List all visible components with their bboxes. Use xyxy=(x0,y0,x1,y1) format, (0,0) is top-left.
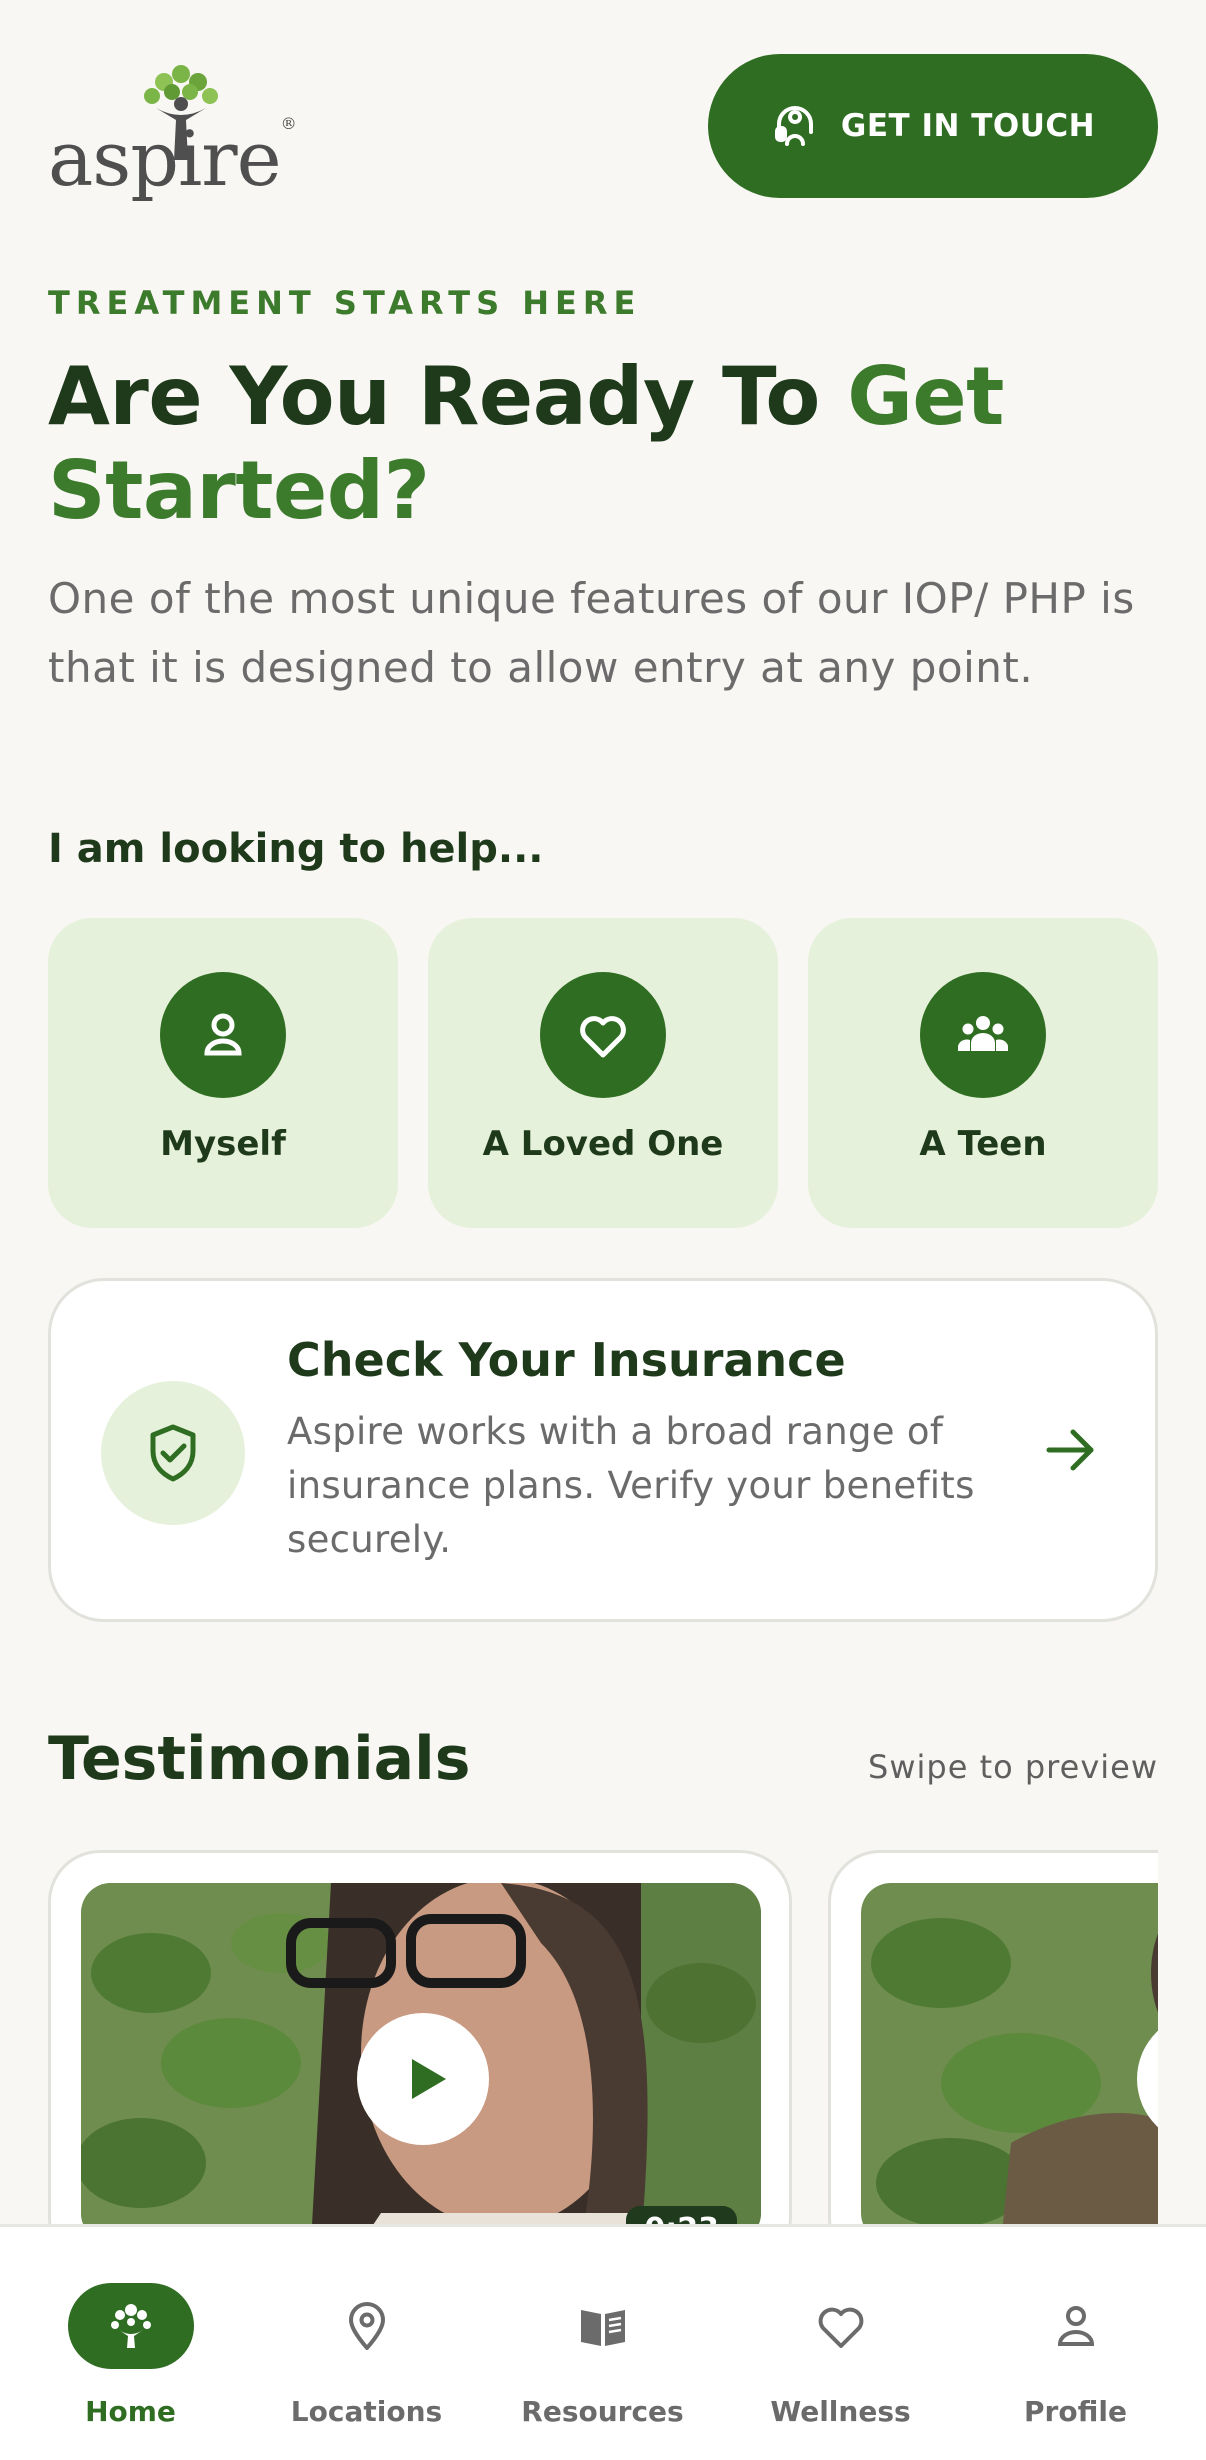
insurance-description: Aspire works with a broad range of insur… xyxy=(287,1410,975,1561)
aspire-logo[interactable]: aspire® xyxy=(48,60,297,203)
location-pin-icon xyxy=(348,2302,385,2350)
help-option-teen[interactable]: A Teen xyxy=(808,918,1158,1228)
page-title: Are You Ready To Get Started? xyxy=(48,350,1158,538)
nav-item-wellness[interactable]: Wellness xyxy=(720,2227,961,2460)
nav-item-home[interactable]: Home xyxy=(10,2227,251,2460)
get-in-touch-label: GET IN TOUCH xyxy=(840,108,1096,144)
nav-label: Home xyxy=(85,2395,176,2428)
eyebrow-text: TREATMENT STARTS HERE xyxy=(48,284,642,322)
play-button[interactable] xyxy=(357,2013,489,2145)
group-icon xyxy=(958,1016,1008,1051)
help-option-label: A Loved One xyxy=(482,1124,724,1164)
intro-text: One of the most unique features of our I… xyxy=(48,574,1135,692)
nav-item-locations[interactable]: Locations xyxy=(246,2227,487,2460)
testimonial-video-thumbnail[interactable] xyxy=(861,1883,1158,2230)
testimonial-card[interactable] xyxy=(828,1850,1158,2230)
heart-icon xyxy=(818,2307,863,2348)
bottom-navigation: Home Locations Resources Wellness Profil… xyxy=(0,2224,1206,2460)
help-option-label: A Teen xyxy=(919,1124,1047,1164)
headset-icon xyxy=(774,106,813,146)
testimonial-video-thumbnail[interactable]: 0:23 xyxy=(81,1883,761,2230)
help-option-label: Myself xyxy=(160,1124,286,1164)
nav-item-profile[interactable]: Profile xyxy=(955,2227,1196,2460)
get-in-touch-button[interactable]: GET IN TOUCH xyxy=(708,54,1158,198)
video-still-image xyxy=(861,1883,1158,2230)
book-icon xyxy=(580,2310,625,2346)
nav-label: Profile xyxy=(1024,2395,1127,2428)
testimonials-carousel[interactable]: 0:23 xyxy=(48,1850,1158,2230)
check-insurance-card[interactable]: Check Your Insurance Aspire works with a… xyxy=(48,1278,1158,1622)
help-option-loved-one[interactable]: A Loved One xyxy=(428,918,778,1228)
help-option-myself[interactable]: Myself xyxy=(48,918,398,1228)
logo-wordmark: aspire xyxy=(48,114,282,203)
heart-icon xyxy=(580,1016,626,1058)
shield-check-icon xyxy=(150,1424,196,1482)
nav-label: Resources xyxy=(521,2395,684,2428)
person-icon xyxy=(204,1013,242,1056)
nav-label: Locations xyxy=(290,2395,443,2428)
help-section-label: I am looking to help... xyxy=(48,826,544,872)
play-icon xyxy=(412,2059,446,2099)
arrow-right-icon xyxy=(1046,1429,1094,1471)
header: aspire® GET IN TOUCH xyxy=(48,54,1158,203)
swipe-hint: Swipe to preview xyxy=(868,1748,1158,1786)
person-icon xyxy=(1057,2306,1094,2346)
headline-main: Are You Ready To xyxy=(48,350,848,443)
logo-registered-mark: ® xyxy=(280,114,297,133)
nav-item-resources[interactable]: Resources xyxy=(482,2227,723,2460)
nav-label: Wellness xyxy=(770,2395,911,2428)
insurance-title: Check Your Insurance xyxy=(287,1333,846,1387)
tree-home-icon xyxy=(110,2304,151,2348)
testimonial-card[interactable]: 0:23 xyxy=(48,1850,792,2230)
app-screen: aspire® GET IN TOUCH TREATMENT STARTS HE… xyxy=(0,0,1206,2460)
help-options: Myself A Loved One A Teen xyxy=(48,918,1158,1228)
testimonials-title: Testimonials xyxy=(48,1724,471,1794)
